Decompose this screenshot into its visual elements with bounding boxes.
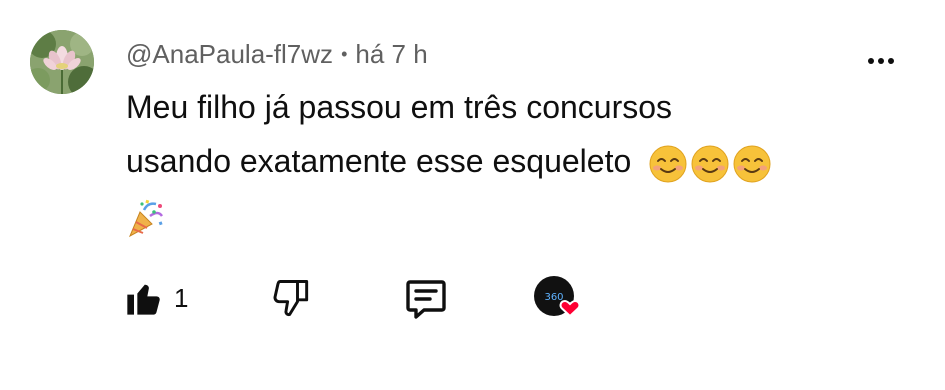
dislike-button[interactable] [270, 270, 314, 326]
comment-timestamp[interactable]: há 7 h [355, 39, 427, 70]
comment-text-line-3 [126, 188, 886, 242]
author-avatar[interactable] [30, 30, 94, 94]
comment-item: @AnaPaula-fl7wz • há 7 h Meu filho já pa… [0, 0, 945, 390]
comment-action-bar: 1 360 [120, 270, 600, 326]
svg-text:360: 360 [544, 292, 563, 303]
comment-text-line-1: Meu filho já passou em três concursos [126, 89, 673, 125]
comment-header: @AnaPaula-fl7wz • há 7 h [126, 34, 428, 74]
reply-comment-icon [406, 280, 446, 319]
more-dot [888, 58, 894, 64]
comment-text-line-2: usando exatamente esse esqueleto [126, 143, 632, 179]
more-dot [868, 58, 874, 64]
smiling-face-icon [733, 145, 771, 183]
reply-button[interactable] [402, 270, 450, 326]
lotus-avatar-icon [30, 30, 94, 94]
emoji-group [648, 144, 772, 184]
thumbs-up-icon [127, 284, 160, 315]
creator-heart-badge-icon: 360 [534, 276, 581, 318]
comment-text-line-2-wrapper: usando exatamente esse esqueleto [126, 134, 886, 188]
like-count: 1 [174, 282, 189, 313]
creator-heart-badge: 360 [532, 270, 592, 326]
header-separator: • [341, 43, 348, 64]
more-dot [878, 58, 884, 64]
author-name[interactable]: @AnaPaula-fl7wz [126, 39, 333, 70]
comment-text: Meu filho já passou em três concursos us… [126, 80, 886, 242]
more-options-button[interactable] [858, 46, 904, 76]
smiling-face-icon [649, 145, 687, 183]
like-button[interactable]: 1 [124, 270, 188, 326]
smiling-face-icon [691, 145, 729, 183]
party-popper-icon [128, 199, 164, 237]
thumbs-down-icon [273, 280, 309, 317]
